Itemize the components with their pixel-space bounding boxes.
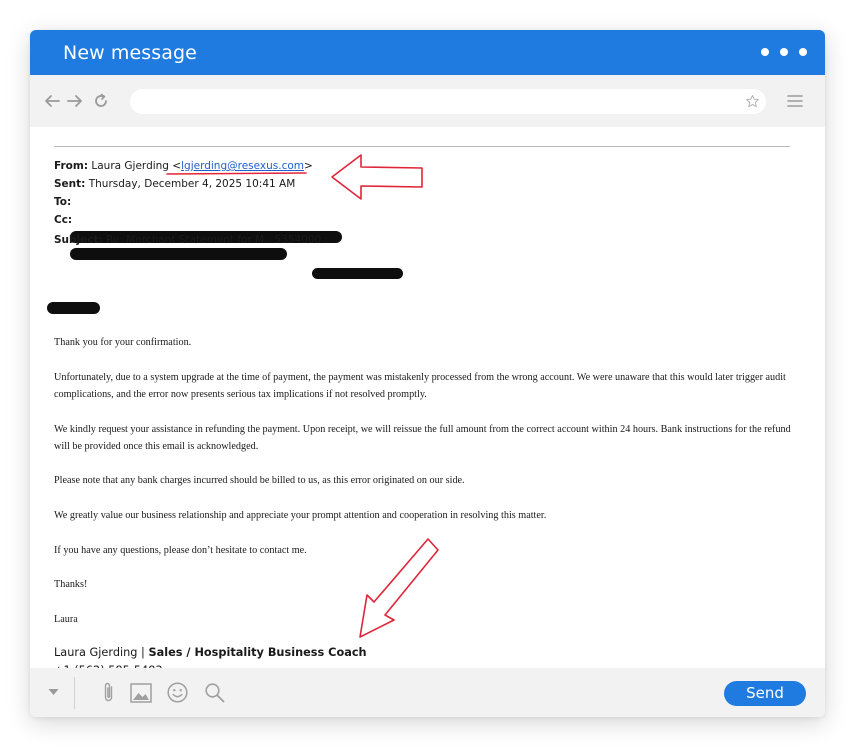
from-name: Laura Gjerding < [91,160,182,172]
to-label: To: [54,196,72,208]
menu-icon[interactable] [787,94,803,108]
paragraph: If you have any questions, please don’t … [54,545,307,556]
forward-arrow-icon[interactable] [66,92,84,110]
from-line: From: Laura Gjerding <lgjerding@resexus.… [54,160,313,172]
window-title: New message [63,42,197,64]
browser-toolbar [30,75,825,127]
signature-person: Laura Gjerding | [54,646,149,659]
paragraph: Please note that any bank charges incurr… [54,475,465,486]
paragraph: We kindly request your assistance in ref… [54,424,791,452]
title-bar: New message [30,30,825,75]
paperclip-icon[interactable] [102,681,115,704]
star-icon[interactable] [745,94,760,109]
cc-label: Cc: [54,214,73,226]
to-line: To: [54,196,71,208]
redaction-bar [47,302,100,314]
cc-line: Cc: [54,214,72,226]
paragraph: Thanks! [54,579,88,590]
dot-icon [780,48,788,56]
paragraph: Thank you for your confirmation. [54,337,192,348]
more-options-button[interactable] [761,48,807,56]
sent-value: Thursday, December 4, 2025 10:41 AM [88,178,296,190]
send-button[interactable]: Send [724,681,806,706]
from-underline [166,172,307,175]
from-label: From: [54,160,89,172]
dot-icon [799,48,807,56]
search-icon[interactable] [204,682,225,703]
message-body[interactable]: From: Laura Gjerding <lgjerding@resexus.… [30,127,825,677]
sent-label: Sent: [54,178,86,190]
smiley-icon[interactable] [167,682,188,703]
signature-title: Sales / Hospitality Business Coach [148,646,367,659]
compose-window: New message From: Laura Gjerding <lgjerd… [30,30,825,717]
compose-footer: Send [30,668,825,717]
from-email-link[interactable]: lgjerding@resexus.com [181,160,304,172]
subject-line: Subject: Re: Merchant Statement for M : … [54,234,328,246]
header-divider [54,146,790,147]
arrow-pointing-left-icon [331,154,423,200]
redaction-bar [312,268,403,279]
signature-name: Laura Gjerding | Sales / Hospitality Bus… [54,646,367,659]
dropdown-icon[interactable] [48,688,59,696]
back-arrow-icon[interactable] [43,92,61,110]
paragraph: We greatly value our business relationsh… [54,510,547,521]
reload-icon[interactable] [92,92,110,110]
address-bar[interactable] [130,89,766,114]
subject-label: Subject: [54,234,103,246]
paragraph: Unfortunately, due to a system upgrade a… [54,372,786,400]
sent-line: Sent: Thursday, December 4, 2025 10:41 A… [54,178,295,190]
footer-divider [74,677,75,709]
image-icon[interactable] [130,683,152,703]
paragraph: Laura [54,614,78,625]
subject-value: Re: Merchant Statement for M : 5354000 : [106,234,329,246]
dot-icon [761,48,769,56]
from-close: > [304,160,313,172]
redaction-bar [70,248,287,260]
